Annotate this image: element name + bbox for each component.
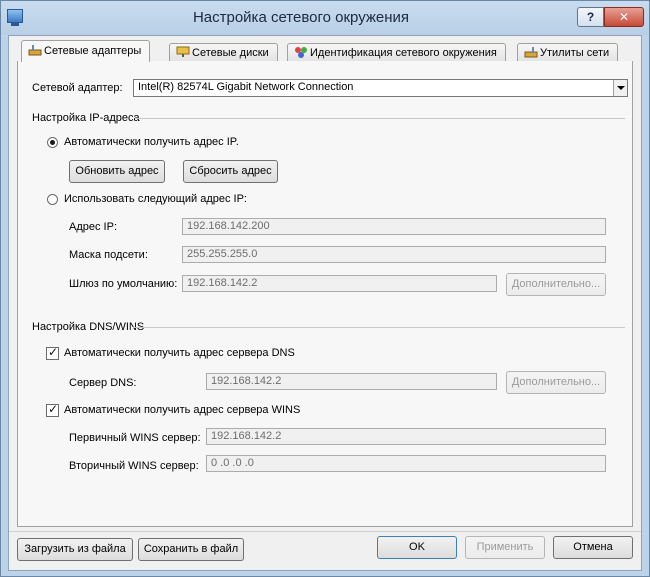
ip-auto-radio[interactable] (47, 137, 58, 148)
adapter-select-value: Intel(R) 82574L Gigabit Network Connecti… (138, 81, 354, 93)
ip-address-label: Адрес IP: (69, 221, 117, 233)
dialog-client-area: Сетевые адаптеры Сетевые диски Идентифик… (8, 35, 642, 571)
auto-dns-checkbox[interactable] (46, 345, 59, 360)
save-to-file-button[interactable]: Сохранить в файл (138, 538, 244, 561)
dialog-window: Настройка сетевого окружения ? ✕ Сетевые… (0, 0, 650, 577)
tab-label: Сетевые диски (192, 47, 269, 59)
dns-server-label: Сервер DNS: (69, 377, 137, 389)
network-drive-icon (176, 46, 190, 57)
tab-label: Идентификация сетевого окружения (310, 47, 497, 59)
ip-group-title: Настройка IP-адреса (32, 112, 140, 124)
ip-auto-label: Автоматически получить адрес IP. (64, 136, 239, 148)
network-tools-icon (524, 47, 538, 58)
secondary-wins-field[interactable]: 0 .0 .0 .0 (206, 455, 606, 472)
auto-wins-label: Автоматически получить адрес сервера WIN… (64, 404, 301, 416)
reset-address-button[interactable]: Сбросить адрес (183, 160, 278, 183)
auto-dns-label: Автоматически получить адрес сервера DNS (64, 347, 295, 359)
gateway-label: Шлюз по умолчанию: (69, 278, 178, 290)
ip-manual-label: Использовать следующий адрес IP: (64, 193, 247, 205)
tab-strip: Сетевые адаптеры Сетевые диски Идентифик… (19, 40, 629, 62)
close-button[interactable]: ✕ (604, 7, 644, 27)
ok-button[interactable]: OK (377, 536, 457, 559)
ip-group-divider (135, 118, 625, 119)
ip-advanced-button[interactable]: Дополнительно... (506, 273, 606, 296)
footer-divider (9, 531, 641, 532)
subnet-mask-field[interactable]: 255.255.255.0 (182, 246, 606, 263)
adapter-select[interactable]: Intel(R) 82574L Gigabit Network Connecti… (133, 79, 628, 97)
dns-group-divider (133, 327, 625, 328)
chevron-down-icon[interactable] (613, 80, 627, 96)
load-from-file-button[interactable]: Загрузить из файла (17, 538, 133, 561)
auto-wins-checkbox[interactable] (46, 402, 59, 417)
primary-wins-field[interactable]: 192.168.142.2 (206, 428, 606, 445)
network-identity-icon (295, 47, 307, 58)
tab-network-drives[interactable]: Сетевые диски (169, 43, 278, 62)
ip-manual-radio[interactable] (47, 194, 58, 205)
dns-advanced-button[interactable]: Дополнительно... (506, 371, 606, 394)
secondary-wins-label: Вторичный WINS сервер: (69, 460, 199, 472)
ip-address-field[interactable]: 192.168.142.200 (182, 218, 606, 235)
tab-network-identification[interactable]: Идентификация сетевого окружения (287, 43, 506, 62)
tab-network-adapters[interactable]: Сетевые адаптеры (21, 40, 151, 62)
dns-group-title: Настройка DNS/WINS (32, 321, 145, 333)
network-adapter-icon (28, 45, 42, 56)
refresh-address-button[interactable]: Обновить адрес (69, 160, 165, 183)
tab-label: Утилиты сети (540, 47, 610, 59)
subnet-mask-label: Маска подсети: (69, 249, 148, 261)
cancel-button[interactable]: Отмена (553, 536, 633, 559)
title-bar[interactable]: Настройка сетевого окружения ? ✕ (1, 1, 649, 35)
primary-wins-label: Первичный WINS сервер: (69, 432, 201, 444)
window-title: Настройка сетевого окружения (192, 9, 410, 26)
apply-button[interactable]: Применить (465, 536, 545, 559)
tab-network-utilities[interactable]: Утилиты сети (517, 43, 619, 62)
dns-server-field[interactable]: 192.168.142.2 (206, 373, 497, 390)
adapter-label: Сетевой адаптер: (32, 82, 123, 94)
help-button[interactable]: ? (577, 7, 604, 27)
tab-label: Сетевые адаптеры (44, 45, 142, 57)
gateway-field[interactable]: 192.168.142.2 (182, 275, 497, 292)
